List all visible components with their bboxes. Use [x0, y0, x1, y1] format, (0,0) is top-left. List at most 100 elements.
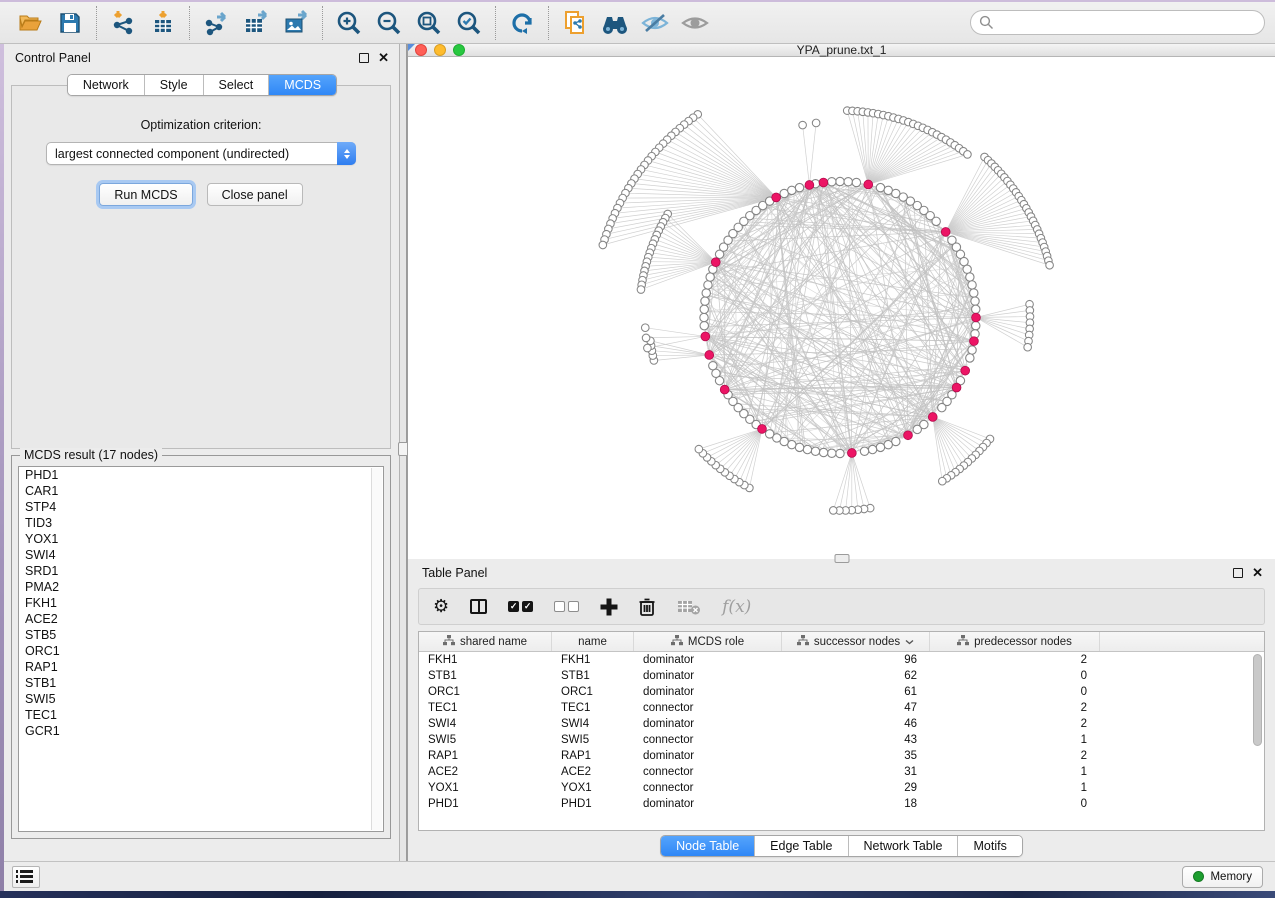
mcds-result-item[interactable]: PHD1	[19, 467, 383, 483]
table-cell: TEC1	[419, 700, 552, 716]
show-all-button[interactable]	[675, 6, 715, 40]
tab-style[interactable]: Style	[145, 75, 204, 95]
mcds-result-item[interactable]: ORC1	[19, 643, 383, 659]
mcds-result-item[interactable]: STP4	[19, 499, 383, 515]
network-canvas[interactable]	[408, 57, 1275, 559]
network-titlebar[interactable]: YPA_prune.txt_1	[408, 44, 1275, 57]
table-cell: STB1	[552, 668, 634, 684]
table-row[interactable]: PHD1PHD1dominator180	[419, 796, 1252, 812]
column-header-successor-nodes[interactable]: successor nodes	[782, 632, 930, 651]
mcds-result-item[interactable]: GCR1	[19, 723, 383, 739]
mcds-result-item[interactable]: STB5	[19, 627, 383, 643]
mcds-result-item[interactable]: SWI5	[19, 691, 383, 707]
table-tab-edge-table[interactable]: Edge Table	[755, 836, 848, 856]
open-file-button[interactable]	[10, 6, 50, 40]
table-row[interactable]: ACE2ACE2connector311	[419, 764, 1252, 780]
mcds-result-list[interactable]: PHD1CAR1STP4TID3YOX1SWI4SRD1PMA2FKH1ACE2…	[18, 466, 384, 832]
mcds-list-scrollbar[interactable]	[371, 468, 382, 830]
table-cell: YOX1	[552, 780, 634, 796]
import-table-button[interactable]	[143, 6, 183, 40]
table-cell: 2	[930, 700, 1100, 716]
select-all-checks-icon[interactable]: ✓✓	[508, 601, 533, 612]
mcds-result-item[interactable]: ACE2	[19, 611, 383, 627]
close-panel-button[interactable]: Close panel	[207, 183, 303, 206]
zoom-fit-button[interactable]	[409, 6, 449, 40]
criterion-dropdown[interactable]: largest connected component (undirected)	[46, 142, 356, 165]
table-row[interactable]: SWI5SWI5connector431	[419, 732, 1252, 748]
table-row[interactable]: ORC1ORC1dominator610	[419, 684, 1252, 700]
delete-row-trash-icon[interactable]	[638, 597, 656, 617]
add-row-icon[interactable]	[600, 598, 617, 615]
table-scrollbar[interactable]	[1253, 652, 1262, 828]
zoom-selected-button[interactable]	[449, 6, 489, 40]
mcds-result-item[interactable]: FKH1	[19, 595, 383, 611]
close-panel-icon[interactable]: ✕	[378, 53, 389, 63]
refresh-icon	[508, 9, 536, 37]
show-columns-icon[interactable]	[470, 599, 487, 614]
tab-mcds[interactable]: MCDS	[269, 75, 336, 95]
control-tabs: NetworkStyleSelectMCDS	[67, 74, 337, 96]
mcds-result-item[interactable]: STB1	[19, 675, 383, 691]
table-row[interactable]: STB1STB1dominator620	[419, 668, 1252, 684]
table-cell: ACE2	[552, 764, 634, 780]
search-box[interactable]	[970, 10, 1265, 35]
import-network-button[interactable]	[103, 6, 143, 40]
zoom-in-button[interactable]	[329, 6, 369, 40]
column-header-name[interactable]: name	[552, 632, 634, 651]
table-tab-motifs[interactable]: Motifs	[958, 836, 1021, 856]
float-panel-icon[interactable]	[359, 53, 369, 63]
column-header-predecessor-nodes[interactable]: predecessor nodes	[930, 632, 1100, 651]
table-cell: RAP1	[552, 748, 634, 764]
mcds-result-item[interactable]: CAR1	[19, 483, 383, 499]
vertical-splitter[interactable]	[399, 44, 407, 861]
zoom-in-icon	[335, 9, 363, 37]
export-network-button[interactable]	[196, 6, 236, 40]
column-header-MCDS-role[interactable]: MCDS role	[634, 632, 782, 651]
mcds-result-item[interactable]: RAP1	[19, 659, 383, 675]
table-cell: dominator	[634, 668, 782, 684]
run-mcds-button[interactable]: Run MCDS	[99, 183, 192, 206]
mcds-result-item[interactable]: SWI4	[19, 547, 383, 563]
save-session-button[interactable]	[50, 6, 90, 40]
clone-network-button[interactable]	[555, 6, 595, 40]
column-header-shared-name[interactable]: shared name	[419, 632, 552, 651]
optimization-criterion-label: Optimization criterion:	[141, 118, 262, 132]
float-table-panel-icon[interactable]	[1233, 568, 1243, 578]
table-scrollbar-thumb[interactable]	[1253, 654, 1262, 746]
deselect-all-checks-icon[interactable]	[554, 601, 579, 612]
application-window: Control Panel ✕ NetworkStyleSelectMCDS O…	[0, 2, 1275, 891]
hide-selected-button[interactable]	[635, 6, 675, 40]
table-row[interactable]: RAP1RAP1dominator352	[419, 748, 1252, 764]
first-neighbors-button[interactable]	[595, 6, 635, 40]
task-history-button[interactable]	[12, 866, 40, 888]
tab-select[interactable]: Select	[204, 75, 270, 95]
table-cell: 62	[782, 668, 930, 684]
mcds-result-item[interactable]: PMA2	[19, 579, 383, 595]
table-cell: ORC1	[552, 684, 634, 700]
export-image-button[interactable]	[276, 6, 316, 40]
table-row[interactable]: YOX1YOX1connector291	[419, 780, 1252, 796]
tab-network[interactable]: Network	[68, 75, 145, 95]
refresh-button[interactable]	[502, 6, 542, 40]
table-row[interactable]: SWI4SWI4dominator462	[419, 716, 1252, 732]
horizontal-splitter-handle[interactable]	[834, 554, 849, 563]
export-table-button[interactable]	[236, 6, 276, 40]
table-row[interactable]: TEC1TEC1connector472	[419, 700, 1252, 716]
mcds-result-item[interactable]: SRD1	[19, 563, 383, 579]
search-input[interactable]	[994, 16, 1256, 30]
table-cell: connector	[634, 700, 782, 716]
network-graph[interactable]	[408, 57, 1275, 559]
close-table-panel-icon[interactable]: ✕	[1252, 568, 1263, 578]
table-tab-node-table[interactable]: Node Table	[661, 836, 755, 856]
mcds-result-item[interactable]: TID3	[19, 515, 383, 531]
mcds-result-item[interactable]: YOX1	[19, 531, 383, 547]
memory-button[interactable]: Memory	[1182, 866, 1263, 888]
zoom-out-button[interactable]	[369, 6, 409, 40]
table-row[interactable]: FKH1FKH1dominator962	[419, 652, 1252, 668]
table-options-gear-icon[interactable]: ⚙	[433, 596, 449, 617]
node-table[interactable]: shared namenameMCDS rolesuccessor nodesp…	[418, 631, 1265, 831]
import-network-icon	[109, 9, 137, 37]
table-tab-network-table[interactable]: Network Table	[849, 836, 959, 856]
table-body[interactable]: FKH1FKH1dominator962STB1STB1dominator620…	[419, 652, 1252, 830]
mcds-result-item[interactable]: TEC1	[19, 707, 383, 723]
